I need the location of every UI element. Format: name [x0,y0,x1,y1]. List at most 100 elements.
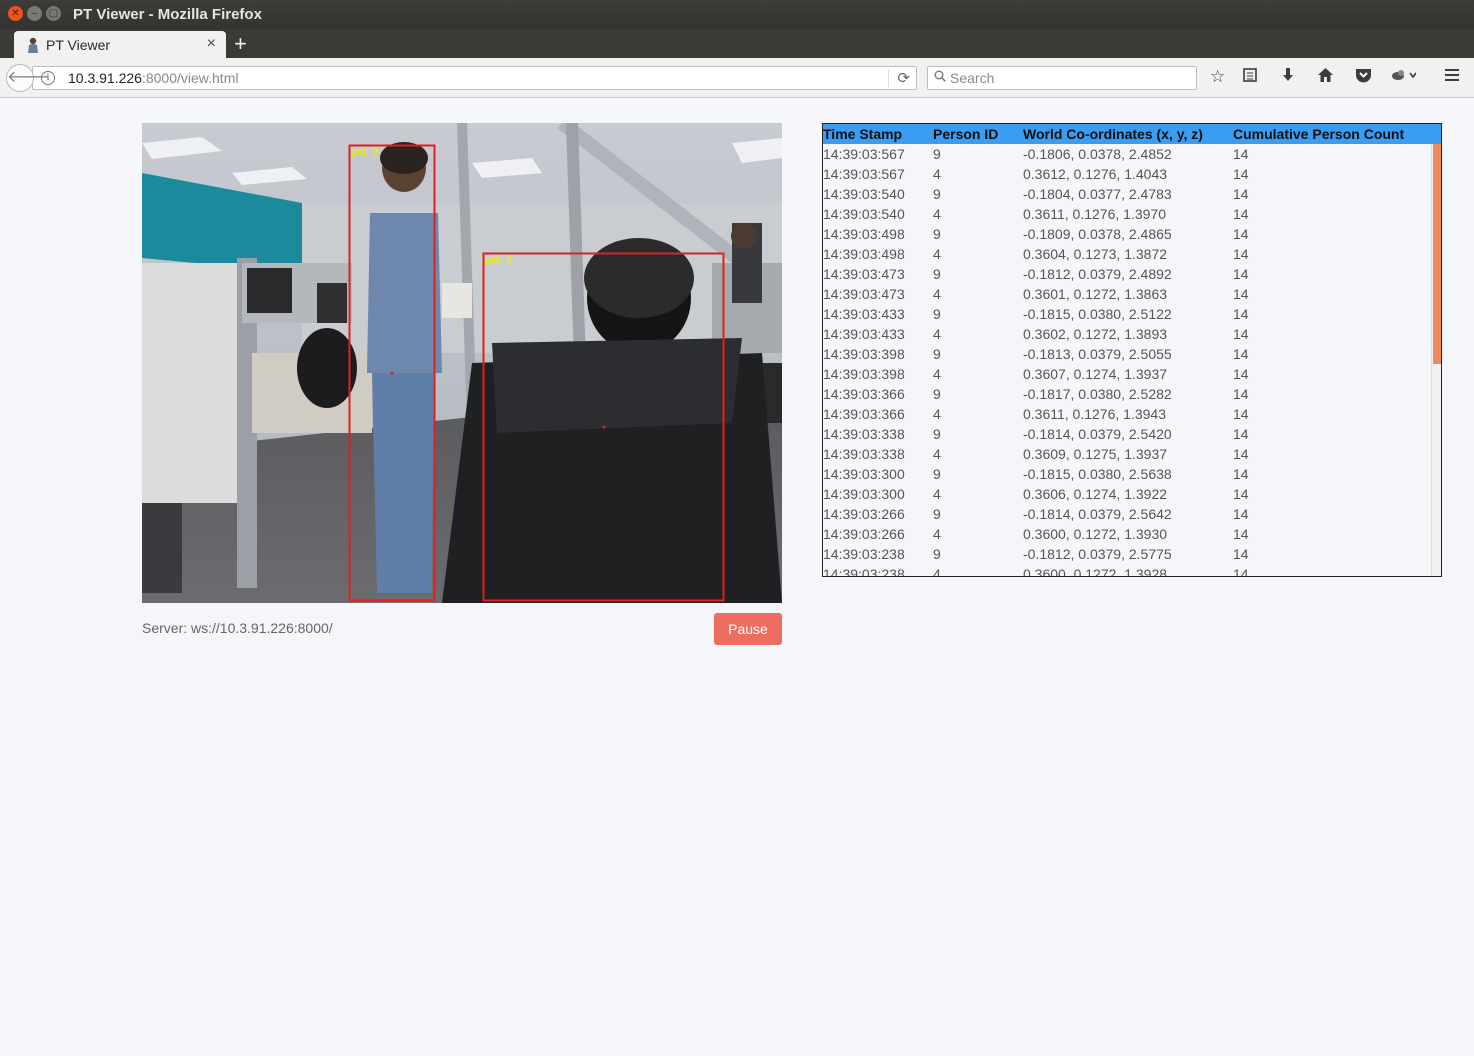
cell-world-coordinates: -0.1814, 0.0379, 2.5420 [1023,426,1172,442]
home-icon[interactable] [1317,67,1334,88]
table-row: 14:39:03:266 4 0.3600, 0.1272, 1.3930 14 [823,524,1431,544]
server-address: Server: ws://10.3.91.226:8000/ [142,620,333,636]
cell-cumulative-count: 14 [1233,466,1249,482]
table-scrollbar[interactable] [1431,144,1441,576]
table-row: 14:39:03:498 9 -0.1809, 0.0378, 2.4865 14 [823,224,1431,244]
cell-cumulative-count: 14 [1233,286,1249,302]
cell-time-stamp: 14:39:03:338 [823,446,905,462]
table-row: 14:39:03:398 4 0.3607, 0.1274, 1.3937 14 [823,364,1431,384]
cell-world-coordinates: -0.1804, 0.0377, 2.4783 [1023,186,1172,202]
cell-cumulative-count: 14 [1233,546,1249,562]
cell-person-id: 4 [933,406,941,422]
table-body: 14:39:03:567 9 -0.1806, 0.0378, 2.4852 14 14… [823,144,1431,577]
url-bar[interactable]: i 10.3.91.226:8000/view.html ⟳ [32,66,917,90]
cell-world-coordinates: -0.1815, 0.0380, 2.5122 [1023,306,1172,322]
cell-world-coordinates: -0.1812, 0.0379, 2.4892 [1023,266,1172,282]
video-feed: pid: 9 pid: 4 [142,123,782,603]
cell-time-stamp: 14:39:03:338 [823,426,905,442]
url-host: 10.3.91.226 [68,70,142,86]
cell-world-coordinates: 0.3601, 0.1272, 1.3863 [1023,286,1168,302]
cell-person-id: 9 [933,306,941,322]
cell-cumulative-count: 14 [1233,346,1249,362]
table-row: 14:39:03:238 4 0.3600, 0.1272, 1.3928 14 [823,564,1431,577]
extension-icon[interactable] [1390,67,1417,88]
cell-time-stamp: 14:39:03:540 [823,206,905,222]
cell-world-coordinates: 0.3611, 0.1276, 1.3970 [1023,206,1166,222]
cell-cumulative-count: 14 [1233,226,1249,242]
header-person-id: Person ID [933,126,999,142]
cell-world-coordinates: -0.1812, 0.0379, 2.5775 [1023,546,1172,562]
cell-world-coordinates: 0.3607, 0.1274, 1.3937 [1023,366,1168,382]
cell-world-coordinates: 0.3600, 0.1272, 1.3930 [1023,526,1168,542]
cell-world-coordinates: 0.3612, 0.1276, 1.4043 [1023,166,1168,182]
pause-button[interactable]: Pause [714,613,782,645]
cell-time-stamp: 14:39:03:498 [823,226,905,242]
header-time-stamp: Time Stamp [823,126,903,142]
cell-world-coordinates: -0.1809, 0.0378, 2.4865 [1023,226,1172,242]
cell-time-stamp: 14:39:03:398 [823,366,905,382]
menu-icon[interactable] [1444,67,1460,88]
cell-time-stamp: 14:39:03:238 [823,566,905,577]
cell-person-id: 4 [933,326,941,342]
table-row: 14:39:03:567 4 0.3612, 0.1276, 1.4043 14 [823,164,1431,184]
downloads-icon[interactable] [1280,67,1296,88]
pocket-icon[interactable] [1355,67,1372,88]
tab-close-icon[interactable]: × [207,35,216,53]
cell-cumulative-count: 14 [1233,306,1249,322]
cell-world-coordinates: -0.1817, 0.0380, 2.5282 [1023,386,1172,402]
table-row: 14:39:03:366 9 -0.1817, 0.0380, 2.5282 14 [823,384,1431,404]
search-bar[interactable] [927,66,1197,90]
window-close-button[interactable]: ✕ [8,6,23,21]
cell-time-stamp: 14:39:03:366 [823,406,905,422]
table-row: 14:39:03:433 9 -0.1815, 0.0380, 2.5122 14 [823,304,1431,324]
cell-time-stamp: 14:39:03:366 [823,386,905,402]
cell-time-stamp: 14:39:03:473 [823,286,905,302]
bookmark-star-icon[interactable]: ☆ [1210,67,1225,87]
reading-list-icon[interactable] [1242,67,1258,88]
table-row: 14:39:03:540 4 0.3611, 0.1276, 1.3970 14 [823,204,1431,224]
tab-bar: PT Viewer × + [0,29,1474,58]
cell-person-id: 9 [933,346,941,362]
cell-world-coordinates: 0.3611, 0.1276, 1.3943 [1023,406,1166,422]
tracking-table: Time Stamp Person ID World Co-ordinates … [822,123,1442,577]
window-maximize-button[interactable]: ▢ [46,6,61,21]
window-minimize-button[interactable]: – [27,6,42,21]
cell-person-id: 9 [933,466,941,482]
back-button[interactable]: 🡐 [6,64,50,92]
window-titlebar: ✕ – ▢ PT Viewer - Mozilla Firefox [0,0,1474,29]
cell-person-id: 9 [933,146,941,162]
table-scrollbar-thumb[interactable] [1433,144,1441,364]
favicon-icon [28,37,38,53]
cell-cumulative-count: 14 [1233,166,1249,182]
cell-time-stamp: 14:39:03:473 [823,266,905,282]
table-row: 14:39:03:266 9 -0.1814, 0.0379, 2.5642 14 [823,504,1431,524]
search-input[interactable] [950,68,1190,88]
tab-pt-viewer[interactable]: PT Viewer × [14,31,226,58]
cell-person-id: 9 [933,386,941,402]
cell-cumulative-count: 14 [1233,146,1249,162]
window-title: PT Viewer - Mozilla Firefox [73,6,262,23]
table-row: 14:39:03:238 9 -0.1812, 0.0379, 2.5775 14 [823,544,1431,564]
cell-time-stamp: 14:39:03:433 [823,306,905,322]
cell-person-id: 4 [933,566,941,577]
cell-time-stamp: 14:39:03:567 [823,146,905,162]
cell-cumulative-count: 14 [1233,486,1249,502]
reload-icon[interactable]: ⟳ [888,69,910,87]
cell-cumulative-count: 14 [1233,366,1249,382]
cell-cumulative-count: 14 [1233,326,1249,342]
new-tab-button[interactable]: + [234,31,247,57]
cell-person-id: 9 [933,426,941,442]
cell-person-id: 4 [933,286,941,302]
window-controls: ✕ – ▢ [8,6,61,21]
table-row: 14:39:03:338 4 0.3609, 0.1275, 1.3937 14 [823,444,1431,464]
navigation-bar: i 10.3.91.226:8000/view.html ⟳ 🡐 ☆ [0,58,1474,98]
url-path: :8000/view.html [141,70,239,86]
cell-person-id: 4 [933,446,941,462]
table-row: 14:39:03:498 4 0.3604, 0.1273, 1.3872 14 [823,244,1431,264]
table-row: 14:39:03:567 9 -0.1806, 0.0378, 2.4852 14 [823,144,1431,164]
video-frame-image: pid: 9 pid: 4 [142,123,782,603]
cell-cumulative-count: 14 [1233,186,1249,202]
detection-label-pid-9: pid: 9 [351,146,378,158]
cell-person-id: 4 [933,166,941,182]
table-row: 14:39:03:473 9 -0.1812, 0.0379, 2.4892 14 [823,264,1431,284]
